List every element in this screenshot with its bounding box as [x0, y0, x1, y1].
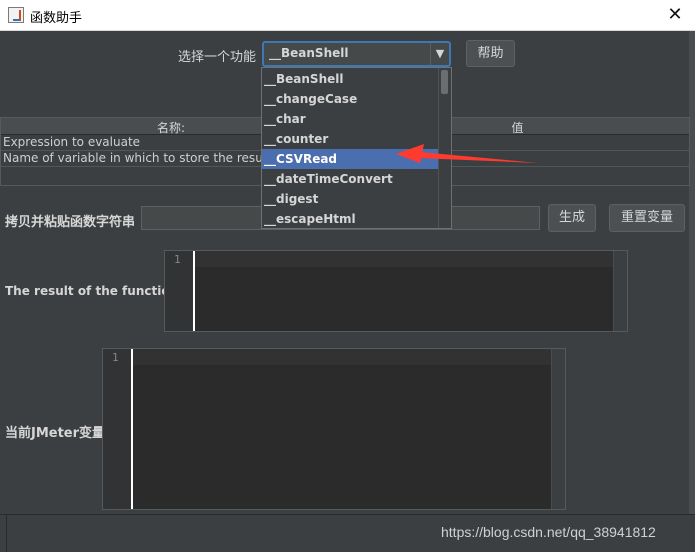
- result-editor[interactable]: 1: [164, 250, 628, 332]
- window-edge: [689, 31, 695, 514]
- dropdown-item[interactable]: __changeCase: [262, 89, 438, 109]
- title-bar: 函数助手 ✕: [0, 0, 695, 31]
- function-combobox[interactable]: __BeanShell ▼: [262, 41, 451, 67]
- dropdown-scroll-thumb[interactable]: [441, 70, 448, 94]
- current-line-highlight: [195, 251, 613, 267]
- scrollbar[interactable]: [551, 349, 565, 509]
- help-button[interactable]: 帮助: [466, 40, 515, 67]
- dropdown-item-selected[interactable]: __CSVRead: [262, 149, 438, 169]
- reset-variables-button[interactable]: 重置变量: [609, 204, 685, 232]
- footer-divider-side: [6, 515, 7, 552]
- current-line-highlight: [133, 349, 551, 365]
- line-number: 1: [174, 253, 181, 266]
- dropdown-item[interactable]: __dateTimeConvert: [262, 169, 438, 189]
- window-title: 函数助手: [30, 11, 83, 26]
- table-cell-name: Expression to evaluate: [3, 135, 141, 149]
- close-icon[interactable]: ✕: [655, 0, 695, 31]
- dropdown-scrollbar[interactable]: [438, 68, 451, 228]
- dropdown-item[interactable]: __escapeHtml: [262, 209, 438, 228]
- watermark-text: https://blog.csdn.net/qq_38941812: [441, 524, 656, 540]
- scrollbar[interactable]: [613, 251, 627, 331]
- dropdown-item[interactable]: __digest: [262, 189, 438, 209]
- function-dropdown-list[interactable]: __BeanShell __changeCase __char __counte…: [261, 67, 452, 229]
- dropdown-item[interactable]: __char: [262, 109, 438, 129]
- generate-button[interactable]: 生成: [548, 204, 596, 232]
- line-gutter: 1: [103, 349, 133, 509]
- function-select-label: 选择一个功能: [178, 50, 257, 65]
- jmeter-app-icon: [8, 7, 24, 23]
- dropdown-item[interactable]: __BeanShell: [262, 69, 438, 89]
- footer-divider: [0, 514, 695, 515]
- chevron-down-icon[interactable]: ▼: [430, 43, 449, 65]
- jmeter-variables-label: 当前JMeter变量: [5, 426, 106, 441]
- variables-editor[interactable]: 1: [102, 348, 566, 510]
- line-number: 1: [112, 351, 119, 364]
- line-gutter: 1: [165, 251, 195, 331]
- copy-string-label: 拷贝并粘贴函数字符串: [5, 215, 136, 230]
- dropdown-item[interactable]: __counter: [262, 129, 438, 149]
- function-combobox-value: __BeanShell: [269, 46, 349, 60]
